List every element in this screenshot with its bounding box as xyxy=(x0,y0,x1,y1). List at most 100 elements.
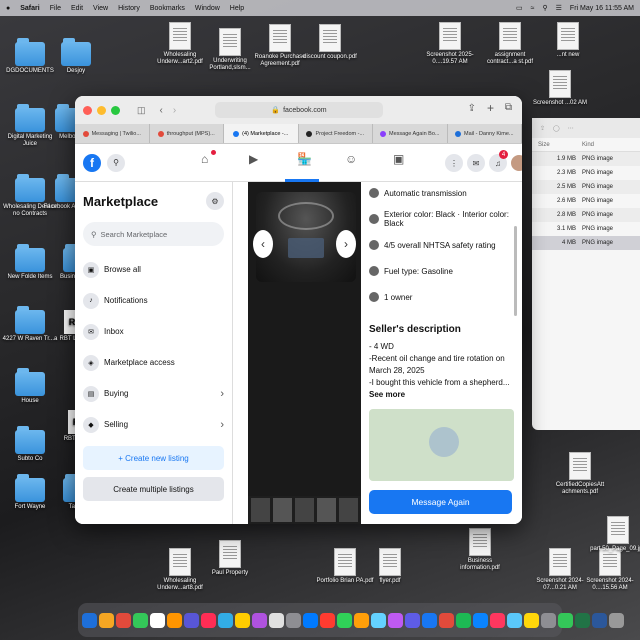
finder-row[interactable]: 1.9 MB PNG image xyxy=(532,152,640,166)
desktop-icon[interactable]: Screenshot 2025-0....19.57 AM xyxy=(420,22,480,66)
desktop-icon[interactable]: assignment contract...a st.pdf xyxy=(480,22,540,66)
avatar[interactable] xyxy=(509,153,522,173)
sidebar-toggle-icon[interactable]: ◫ xyxy=(137,105,146,116)
finder-row[interactable]: 2.5 MB PNG image xyxy=(532,180,640,194)
location-map[interactable] xyxy=(369,409,514,481)
apple-menu-icon[interactable]: ● xyxy=(6,5,10,12)
dock-app-icon[interactable] xyxy=(592,612,607,628)
desktop-icon[interactable]: Subto Co xyxy=(0,426,60,463)
sidebar-item-inbox[interactable]: ✉ Inbox xyxy=(83,316,224,347)
finder-row[interactable]: 2.8 MB PNG image xyxy=(532,208,640,222)
desktop-icon[interactable]: CertifiedCopiesAtt achments.pdf xyxy=(550,452,610,496)
zoom-window-button[interactable] xyxy=(111,105,120,115)
sidebar-item-marketplace-access[interactable]: ◈ Marketplace access xyxy=(83,347,224,378)
address-bar[interactable]: 🔒 facebook.com xyxy=(215,102,383,118)
menu-file[interactable]: File xyxy=(50,5,61,12)
menu-edit[interactable]: Edit xyxy=(71,5,83,12)
sidebar-item-notifications[interactable]: ♪ Notifications xyxy=(83,285,224,316)
thumbnail[interactable] xyxy=(273,498,292,522)
share-icon[interactable]: ⇪ xyxy=(468,103,476,114)
dock-app-icon[interactable] xyxy=(133,612,148,628)
dock-app-icon[interactable] xyxy=(286,612,301,628)
desktop-icon[interactable]: discount coupon.pdf xyxy=(300,24,360,61)
sidebar-item-browse-all[interactable]: ▣ Browse all xyxy=(83,254,224,285)
desktop-icon[interactable]: part 50_Page_09.jpg xyxy=(588,516,640,553)
browser-tab[interactable]: Mail - Danny Kime... xyxy=(448,124,522,143)
facebook-logo-icon[interactable]: f xyxy=(83,153,101,172)
search-input[interactable]: ⚲ Search Marketplace xyxy=(83,222,224,246)
dock-app-icon[interactable] xyxy=(558,612,573,628)
finder-row[interactable]: 2.6 MB PNG image xyxy=(532,194,640,208)
video-icon[interactable]: ▶ xyxy=(249,152,258,166)
more-icon[interactable]: ⋯ xyxy=(568,125,574,132)
marketplace-icon[interactable]: 🏪 xyxy=(297,152,312,166)
finder-row[interactable]: 3.1 MB PNG image xyxy=(532,222,640,236)
dock-app-icon[interactable] xyxy=(252,612,267,628)
menu-history[interactable]: History xyxy=(118,5,140,12)
gaming-icon[interactable]: ▣ xyxy=(393,152,404,166)
finder-row[interactable]: 2.3 MB PNG image xyxy=(532,166,640,180)
tab-overview-icon[interactable]: ⧉ xyxy=(505,102,512,113)
dock-app-icon[interactable] xyxy=(303,612,318,628)
browser-tab[interactable]: Message Again Bo... xyxy=(373,124,448,143)
sidebar-item-buying[interactable]: ▤ Buying › xyxy=(83,378,224,409)
browser-tab[interactable]: throughput (MPS)... xyxy=(150,124,224,143)
menu-help[interactable]: Help xyxy=(230,5,244,12)
dock-app-icon[interactable] xyxy=(456,612,471,628)
dock-app-icon[interactable] xyxy=(388,612,403,628)
back-icon[interactable]: ‹ xyxy=(160,105,163,116)
dock-app-icon[interactable] xyxy=(422,612,437,628)
thumbnail[interactable] xyxy=(251,498,270,522)
dock-app-icon[interactable] xyxy=(473,612,488,628)
see-more-link[interactable]: See more xyxy=(369,390,405,399)
dock-app-icon[interactable] xyxy=(507,612,522,628)
scrollbar[interactable] xyxy=(514,226,517,316)
finder-col-kind[interactable]: Kind xyxy=(582,142,594,148)
dock-app-icon[interactable] xyxy=(541,612,556,628)
dock-app-icon[interactable] xyxy=(184,612,199,628)
dock-app-icon[interactable] xyxy=(269,612,284,628)
menu-window[interactable]: Window xyxy=(195,5,220,12)
menu-bookmarks[interactable]: Bookmarks xyxy=(150,5,185,12)
search-icon[interactable]: ⚲ xyxy=(543,4,548,12)
tag-icon[interactable]: ◯ xyxy=(553,125,560,132)
dock-app-icon[interactable] xyxy=(490,612,505,628)
thumbnail[interactable] xyxy=(317,498,336,522)
sidebar-item-selling[interactable]: ◆ Selling › xyxy=(83,409,224,440)
dock-app-icon[interactable] xyxy=(218,612,233,628)
gear-icon[interactable]: ⚙ xyxy=(206,192,224,210)
thumbnail[interactable] xyxy=(339,498,358,522)
browser-tab[interactable]: Messaging | Twilio... xyxy=(75,124,150,143)
menu-app-name[interactable]: Safari xyxy=(20,5,39,12)
dock-app-icon[interactable] xyxy=(116,612,131,628)
desktop-icon[interactable]: Paul Property xyxy=(200,540,260,577)
dock-app-icon[interactable] xyxy=(609,612,624,628)
dock-app-icon[interactable] xyxy=(99,612,114,628)
desktop-icon[interactable]: Business information.pdf xyxy=(450,528,510,572)
dock-app-icon[interactable] xyxy=(405,612,420,628)
forward-icon[interactable]: › xyxy=(173,105,176,116)
dock-app-icon[interactable] xyxy=(201,612,216,628)
browser-tab[interactable]: Project Freedom -... xyxy=(299,124,373,143)
thumbnail[interactable] xyxy=(295,498,314,522)
dock-app-icon[interactable] xyxy=(371,612,386,628)
dock-app-icon[interactable] xyxy=(150,612,165,628)
finder-window[interactable]: ⇪ ◯ ⋯ Size Kind 1.9 MB PNG image 2.3 MB PNG… xyxy=(532,118,640,430)
share-icon[interactable]: ⇪ xyxy=(540,125,545,132)
dock-app-icon[interactable] xyxy=(575,612,590,628)
listing-photo[interactable]: ‹ › xyxy=(248,182,361,524)
finder-row[interactable]: 4 MB PNG image xyxy=(532,236,640,250)
browser-tab[interactable]: (4) Marketplace -... xyxy=(224,124,299,143)
home-icon[interactable]: ⌂ xyxy=(201,152,208,166)
desktop-icon[interactable]: House xyxy=(0,368,60,405)
new-tab-icon[interactable]: + xyxy=(487,101,494,115)
message-again-button[interactable]: Message Again xyxy=(369,490,512,514)
desktop-icon[interactable]: flyer.pdf xyxy=(360,548,420,585)
groups-icon[interactable]: ☺ xyxy=(345,152,357,166)
finder-col-size[interactable]: Size xyxy=(538,142,582,148)
desktop-icon[interactable]: Screenshot 2024-0....15.56 AM xyxy=(580,548,640,592)
dock-app-icon[interactable] xyxy=(337,612,352,628)
dock-app-icon[interactable] xyxy=(439,612,454,628)
dock-app-icon[interactable] xyxy=(82,612,97,628)
control-center-icon[interactable]: ☰ xyxy=(556,4,562,12)
